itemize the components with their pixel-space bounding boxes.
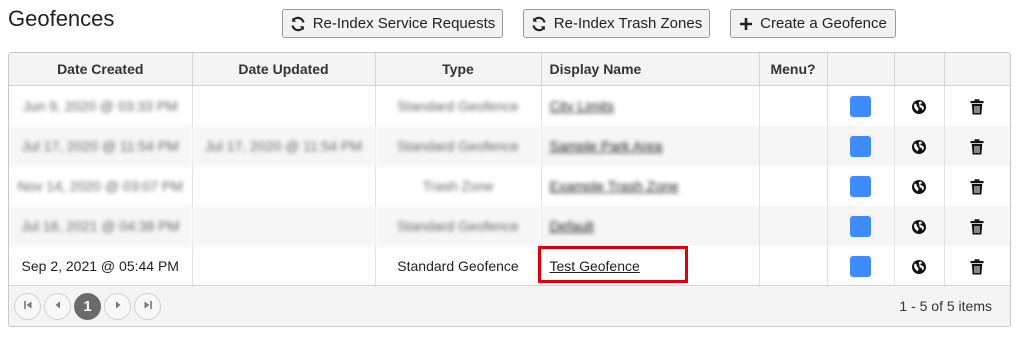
- prev-page-icon: [53, 297, 63, 315]
- globe-icon[interactable]: [911, 177, 927, 194]
- display-name-link[interactable]: Sample Park Area: [550, 138, 663, 154]
- col-type[interactable]: Type: [375, 53, 542, 86]
- table-row[interactable]: Sep 2, 2021 @ 05:44 PM Standard Geofence T…: [9, 246, 1010, 286]
- table-row[interactable]: Jul 16, 2021 @ 04:38 PM Standard Geofence…: [9, 206, 1010, 246]
- display-name-link[interactable]: Example Trash Zone: [550, 178, 679, 194]
- first-page-button[interactable]: [14, 292, 41, 320]
- col-color: [827, 53, 895, 86]
- cell-menu: [759, 126, 828, 166]
- display-name-link[interactable]: Default: [550, 218, 594, 234]
- table-header-row: Date Created Date Updated Type Display N…: [9, 53, 1010, 86]
- cell-color: [827, 166, 895, 206]
- trash-icon[interactable]: [970, 97, 984, 115]
- refresh-icon: [290, 16, 306, 32]
- cell-type: Standard Geofence: [375, 126, 542, 166]
- reindex-service-requests-button[interactable]: Re-Index Service Requests: [282, 9, 503, 38]
- pager-info: 1 - 5 of 5 items: [899, 298, 992, 314]
- cell-display-name: Example Trash Zone: [541, 166, 760, 206]
- cell-color: [827, 126, 895, 166]
- cell-delete: [944, 126, 1010, 166]
- cell-date-updated: [192, 85, 376, 126]
- cell-delete: [944, 246, 1010, 286]
- cell-view: [894, 126, 945, 166]
- globe-icon[interactable]: [911, 217, 927, 234]
- cell-date-created: Jul 16, 2021 @ 04:38 PM: [9, 206, 193, 246]
- globe-icon[interactable]: [911, 257, 927, 274]
- color-swatch[interactable]: [850, 255, 871, 277]
- trash-icon[interactable]: [970, 137, 984, 155]
- cell-delete: [944, 166, 1010, 206]
- cell-color: [827, 246, 895, 286]
- cell-type: Standard Geofence: [375, 85, 542, 126]
- globe-icon[interactable]: [911, 97, 927, 114]
- last-page-icon: [143, 297, 153, 315]
- color-swatch[interactable]: [850, 95, 871, 117]
- trash-icon[interactable]: [970, 257, 984, 275]
- plus-icon: [739, 17, 753, 31]
- cell-menu: [759, 246, 828, 286]
- cell-menu: [759, 206, 828, 246]
- cell-view: [894, 206, 945, 246]
- cell-menu: [759, 166, 828, 206]
- cell-view: [894, 246, 945, 286]
- last-page-button[interactable]: [134, 292, 161, 320]
- cell-view: [894, 166, 945, 206]
- col-display-name[interactable]: Display Name: [541, 53, 760, 86]
- next-page-button[interactable]: [104, 292, 131, 320]
- reindex-trash-zones-label: Re-Index Trash Zones: [553, 15, 703, 32]
- cell-menu: [759, 85, 828, 126]
- page-title: Geofences: [8, 6, 115, 31]
- cell-date-updated: Jul 17, 2020 @ 11:54 PM: [192, 126, 376, 166]
- display-name-link[interactable]: City Limits: [550, 98, 615, 114]
- cell-type: Standard Geofence: [375, 246, 542, 286]
- cell-color: [827, 85, 895, 126]
- refresh-icon: [531, 16, 547, 32]
- cell-date-created: Jul 17, 2020 @ 11:54 PM: [9, 126, 193, 166]
- table-row[interactable]: Jul 17, 2020 @ 11:54 PM Jul 17, 2020 @ 11…: [9, 126, 1010, 166]
- cell-date-created: Sep 2, 2021 @ 05:44 PM: [9, 246, 193, 286]
- cell-color: [827, 206, 895, 246]
- cell-delete: [944, 86, 1010, 127]
- cell-type: Trash Zone: [375, 166, 542, 206]
- col-date-updated[interactable]: Date Updated: [192, 53, 376, 86]
- table-row[interactable]: Nov 14, 2020 @ 03:07 PM Trash Zone Example…: [9, 166, 1010, 206]
- globe-icon[interactable]: [911, 137, 927, 154]
- next-page-icon: [113, 297, 123, 315]
- first-page-icon: [23, 297, 33, 315]
- create-geofence-label: Create a Geofence: [760, 15, 887, 32]
- create-geofence-button[interactable]: Create a Geofence: [730, 9, 896, 38]
- cell-display-name: Default: [541, 206, 760, 246]
- cell-date-created: Jun 9, 2020 @ 03:33 PM: [9, 85, 193, 126]
- cell-date-created: Nov 14, 2020 @ 03:07 PM: [9, 166, 193, 206]
- geofences-table: Date Created Date Updated Type Display N…: [9, 53, 1010, 286]
- page-button-current[interactable]: 1: [74, 292, 101, 320]
- color-swatch[interactable]: [850, 135, 871, 157]
- col-menu[interactable]: Menu?: [759, 53, 828, 86]
- trash-icon[interactable]: [970, 177, 984, 195]
- prev-page-button[interactable]: [44, 292, 71, 320]
- cell-display-name: City Limits: [541, 85, 760, 126]
- cell-view: [894, 85, 945, 126]
- cell-display-name: Sample Park Area: [541, 126, 760, 166]
- reindex-service-requests-label: Re-Index Service Requests: [312, 15, 496, 32]
- cell-date-updated: [192, 206, 376, 246]
- cell-delete: [944, 206, 1010, 246]
- cell-type: Standard Geofence: [375, 206, 542, 246]
- cell-display-name: Test Geofence: [541, 246, 760, 286]
- col-view: [894, 53, 945, 86]
- trash-icon[interactable]: [970, 217, 984, 235]
- col-date-created[interactable]: Date Created: [9, 53, 193, 86]
- pager: 1 1 - 5 of 5 items: [9, 285, 1010, 326]
- table-row[interactable]: Jun 9, 2020 @ 03:33 PM Standard Geofence C…: [9, 85, 1010, 127]
- color-swatch[interactable]: [850, 215, 871, 237]
- reindex-trash-zones-button[interactable]: Re-Index Trash Zones: [523, 9, 710, 38]
- cell-date-updated: [192, 166, 376, 206]
- cell-date-updated: [192, 246, 376, 286]
- color-swatch[interactable]: [850, 175, 871, 197]
- geofences-grid: Date Created Date Updated Type Display N…: [8, 52, 1011, 327]
- col-delete: [944, 53, 1010, 86]
- display-name-link[interactable]: Test Geofence: [550, 258, 640, 274]
